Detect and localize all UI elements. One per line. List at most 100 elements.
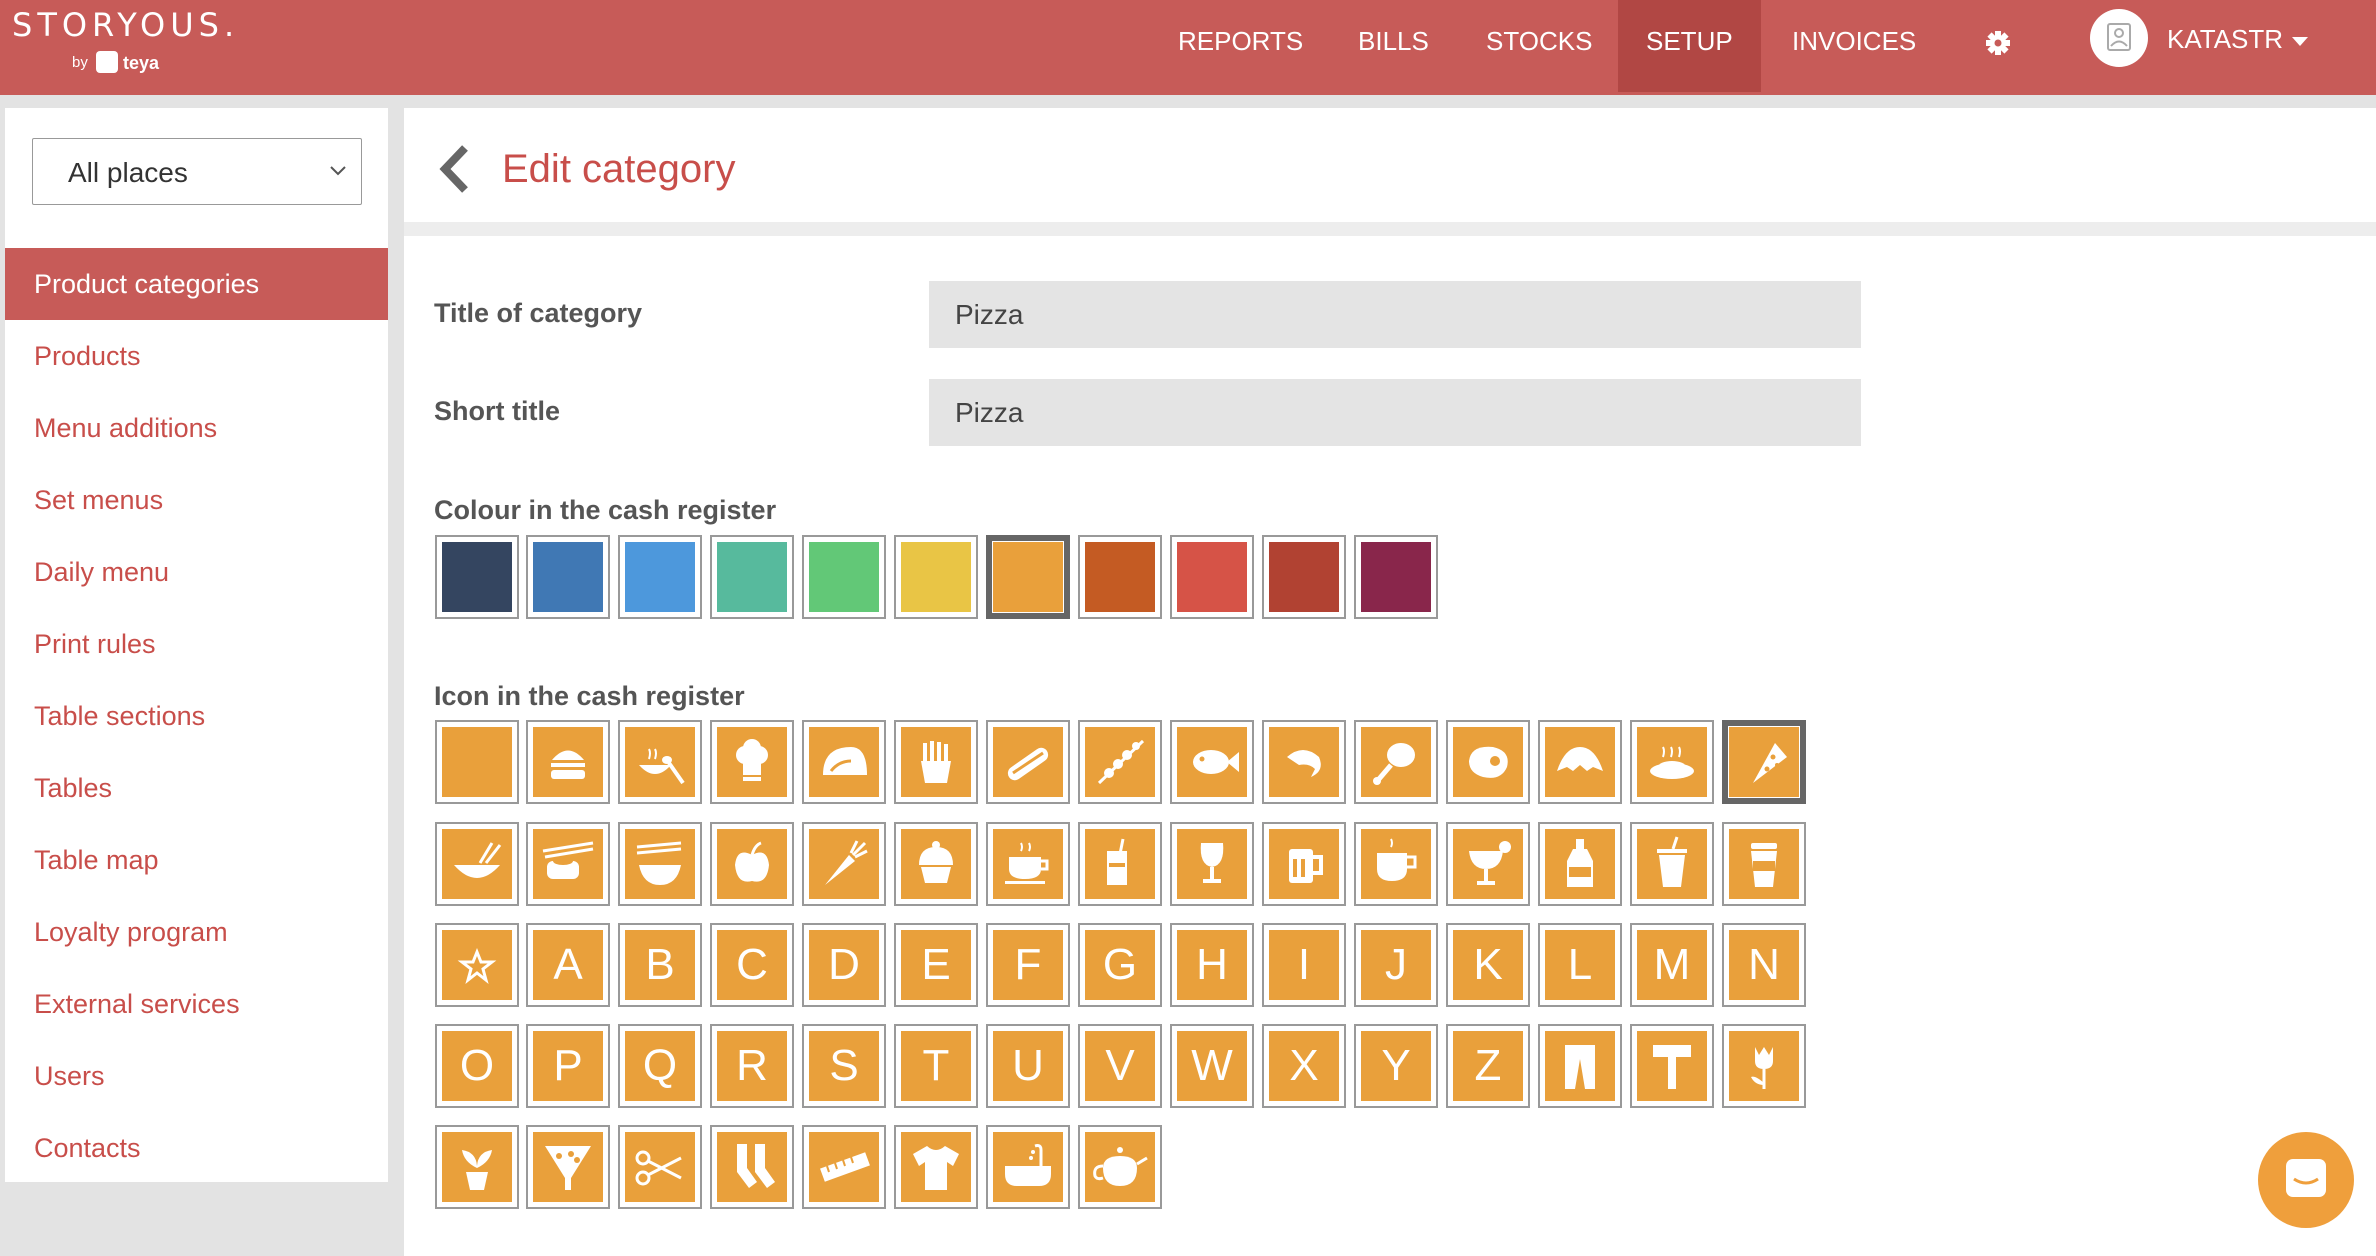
icon-option-letter-v[interactable]: V (1078, 1024, 1162, 1108)
icon-option-letter-z[interactable]: Z (1446, 1024, 1530, 1108)
icon-option-letter-m[interactable]: M (1630, 923, 1714, 1007)
sidebar-item-external-services[interactable]: External services (5, 968, 388, 1040)
icon-option-letter-k[interactable]: K (1446, 923, 1530, 1007)
sidebar-item-table-map[interactable]: Table map (5, 824, 388, 896)
icon-option-bottle[interactable] (1538, 822, 1622, 906)
icon-option-hotdog[interactable] (986, 720, 1070, 804)
icon-option-letter-g[interactable]: G (1078, 923, 1162, 1007)
icon-option-socks[interactable] (710, 1125, 794, 1209)
icon-option-bowl-spoon[interactable] (618, 720, 702, 804)
icon-option-hammer[interactable] (1630, 1024, 1714, 1108)
place-select[interactable]: All places (32, 138, 362, 205)
icon-option-letter-a[interactable]: A (526, 923, 610, 1007)
icon-option-plant[interactable] (435, 1125, 519, 1209)
icon-option-letter-q[interactable]: Q (618, 1024, 702, 1108)
icon-option-skewer[interactable] (1078, 720, 1162, 804)
icon-option-letter-o[interactable]: O (435, 1024, 519, 1108)
icon-option-bathtub[interactable] (986, 1125, 1070, 1209)
icon-option-juice[interactable] (1078, 822, 1162, 906)
icon-option-letter-w[interactable]: W (1170, 1024, 1254, 1108)
icon-option-funnel[interactable] (526, 1125, 610, 1209)
icon-option-salad[interactable] (435, 822, 519, 906)
icon-option-letter-f[interactable]: F (986, 923, 1070, 1007)
colour-swatch[interactable] (618, 535, 702, 619)
nav-reports[interactable]: REPORTS (1148, 0, 1333, 92)
sidebar-item-users[interactable]: Users (5, 1040, 388, 1112)
sidebar-item-menu-additions[interactable]: Menu additions (5, 392, 388, 464)
icon-option-fish[interactable] (1170, 720, 1254, 804)
icon-option-tshirt[interactable] (894, 1125, 978, 1209)
icon-option-cupcake[interactable] (894, 822, 978, 906)
icon-option-noodles[interactable] (618, 822, 702, 906)
icon-option-soda-cup[interactable] (1630, 822, 1714, 906)
icon-option-scissors[interactable] (618, 1125, 702, 1209)
icon-option-letter-d[interactable]: D (802, 923, 886, 1007)
icon-option-apple[interactable] (710, 822, 794, 906)
icon-option-letter-x[interactable]: X (1262, 1024, 1346, 1108)
colour-swatch[interactable] (894, 535, 978, 619)
icon-option-letter-p[interactable]: P (526, 1024, 610, 1108)
sidebar-item-contacts[interactable]: Contacts (5, 1112, 388, 1184)
colour-swatch[interactable] (802, 535, 886, 619)
icon-option-ruler[interactable] (802, 1125, 886, 1209)
nav-bills[interactable]: BILLS (1328, 0, 1459, 92)
icon-option-coffee[interactable] (1354, 822, 1438, 906)
colour-swatch[interactable] (526, 535, 610, 619)
colour-swatch[interactable] (1078, 535, 1162, 619)
icon-option-letter-c[interactable]: C (710, 923, 794, 1007)
storyous-logo[interactable]: STORYOUS. by teya (12, 6, 234, 76)
icon-option-letter-i[interactable]: I (1262, 923, 1346, 1007)
icon-option-sushi[interactable] (526, 822, 610, 906)
icon-option-star[interactable] (435, 923, 519, 1007)
icon-option-takeaway-coffee[interactable] (1722, 822, 1806, 906)
icon-option-pizza[interactable] (1722, 720, 1806, 804)
sidebar-item-tables[interactable]: Tables (5, 752, 388, 824)
nav-setup[interactable]: SETUP (1618, 0, 1761, 92)
icon-option-letter-b[interactable]: B (618, 923, 702, 1007)
icon-option-wine[interactable] (1170, 822, 1254, 906)
icon-option-letter-r[interactable]: R (710, 1024, 794, 1108)
colour-swatch[interactable] (1262, 535, 1346, 619)
nav-invoices[interactable]: INVOICES (1762, 0, 1946, 92)
icon-option-croissant[interactable] (1538, 720, 1622, 804)
icon-option-letter-l[interactable]: L (1538, 923, 1622, 1007)
icon-option-burger[interactable] (526, 720, 610, 804)
icon-option-none[interactable] (435, 720, 519, 804)
icon-option-carrot[interactable] (802, 822, 886, 906)
icon-option-letter-y[interactable]: Y (1354, 1024, 1438, 1108)
colour-swatch[interactable] (435, 535, 519, 619)
icon-option-shrimp[interactable] (1262, 720, 1346, 804)
colour-swatch[interactable] (1170, 535, 1254, 619)
sidebar-item-loyalty-program[interactable]: Loyalty program (5, 896, 388, 968)
icon-option-chef-hat[interactable] (710, 720, 794, 804)
sidebar-item-set-menus[interactable]: Set menus (5, 464, 388, 536)
icon-option-trousers[interactable] (1538, 1024, 1622, 1108)
user-name[interactable]: KATASTR (2167, 24, 2283, 55)
sidebar-item-products[interactable]: Products (5, 320, 388, 392)
icon-option-beer[interactable] (1262, 822, 1346, 906)
icon-option-cocktail[interactable] (1446, 822, 1530, 906)
chat-button[interactable] (2258, 1132, 2354, 1228)
icon-option-pasta[interactable] (1630, 720, 1714, 804)
icon-option-letter-t[interactable]: T (894, 1024, 978, 1108)
icon-option-steak[interactable] (1446, 720, 1530, 804)
title-of-category-input[interactable]: Pizza (929, 281, 1861, 348)
sidebar-item-daily-menu[interactable]: Daily menu (5, 536, 388, 608)
icon-option-letter-n[interactable]: N (1722, 923, 1806, 1007)
colour-swatch[interactable] (986, 535, 1070, 619)
icon-option-tulip[interactable] (1722, 1024, 1806, 1108)
icon-option-letter-s[interactable]: S (802, 1024, 886, 1108)
short-title-input[interactable]: Pizza (929, 379, 1861, 446)
icon-option-letter-e[interactable]: E (894, 923, 978, 1007)
nav-stocks[interactable]: STOCKS (1456, 0, 1622, 92)
colour-swatch[interactable] (1354, 535, 1438, 619)
icon-option-drumstick[interactable] (1354, 720, 1438, 804)
sidebar-item-table-sections[interactable]: Table sections (5, 680, 388, 752)
colour-swatch[interactable] (710, 535, 794, 619)
icon-option-letter-u[interactable]: U (986, 1024, 1070, 1108)
icon-option-letter-j[interactable]: J (1354, 923, 1438, 1007)
gear-icon[interactable] (1980, 22, 2016, 62)
sidebar-item-print-rules[interactable]: Print rules (5, 608, 388, 680)
icon-option-letter-h[interactable]: H (1170, 923, 1254, 1007)
icon-option-fries[interactable] (894, 720, 978, 804)
